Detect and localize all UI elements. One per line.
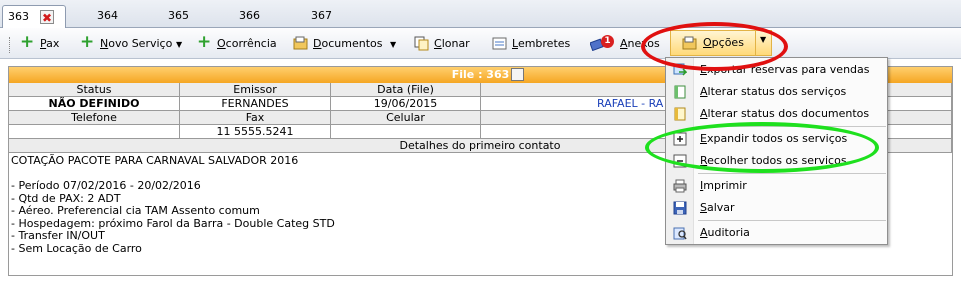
folder-icon xyxy=(293,36,308,50)
header-telefone: Telefone xyxy=(9,111,180,125)
fax-value: 11 5555.5241 xyxy=(180,125,331,139)
menu-separator xyxy=(698,173,886,174)
add-icon: + xyxy=(20,32,35,52)
toolbar-grip xyxy=(9,37,11,53)
tab-strip: 363 ✖ 364 365 366 367 xyxy=(0,0,961,28)
menu-item-expandir[interactable]: Expandir todos os serviços xyxy=(666,128,887,150)
menu-separator xyxy=(698,220,886,221)
expand-icon xyxy=(673,132,687,146)
header-emissor: Emissor xyxy=(180,83,331,97)
menu-separator xyxy=(698,126,886,127)
edit-icon[interactable] xyxy=(511,68,524,81)
menu-item-imprimir[interactable]: Imprimir xyxy=(666,175,887,197)
menu-item-auditoria[interactable]: Auditoria xyxy=(666,222,887,244)
status-value: NÃO DEFINIDO xyxy=(9,97,180,111)
close-icon[interactable]: ✖ xyxy=(40,10,54,25)
tab-366[interactable]: 366 xyxy=(239,5,260,28)
add-icon: + xyxy=(80,32,95,52)
menu-item-recolher[interactable]: Recolher todos os serviços xyxy=(666,150,887,172)
menu-item-salvar[interactable]: Salvar xyxy=(666,197,887,219)
header-status: Status xyxy=(9,83,180,97)
tab-367[interactable]: 367 xyxy=(311,5,332,28)
options-icon xyxy=(682,36,697,50)
split-divider xyxy=(755,31,756,55)
menu-item-alterar-servicos[interactable]: Alterar status dos serviços xyxy=(666,81,887,103)
chevron-down-icon[interactable]: ▼ xyxy=(390,34,396,55)
header-celular: Celular xyxy=(331,111,481,125)
data-file-value: 19/06/2015 xyxy=(331,97,481,111)
header-data: Data (File) xyxy=(331,83,481,97)
chevron-down-icon[interactable]: ▼ xyxy=(176,34,182,55)
tab-363[interactable]: 363 ✖ xyxy=(2,5,66,28)
tab-364[interactable]: 364 xyxy=(97,5,118,28)
header-fax: Fax xyxy=(180,111,331,125)
telefone-value xyxy=(9,125,180,139)
menu-item-exportar[interactable]: Exportar reservas para vendas xyxy=(666,59,887,81)
opcoes-button[interactable]: Opções ▼ xyxy=(670,30,772,56)
doc-status-icon xyxy=(674,107,686,121)
celular-value xyxy=(331,125,481,139)
audit-icon xyxy=(673,227,687,240)
tab-label: 363 xyxy=(8,10,29,23)
contact-details-text: COTAÇÃO PACOTE PARA CARNAVAL SALVADOR 20… xyxy=(11,154,335,255)
toolbar: + Pax + Novo Serviço ▼ + Ocorrência Docu… xyxy=(0,28,961,59)
chevron-down-icon[interactable]: ▼ xyxy=(760,35,766,44)
save-icon xyxy=(673,201,687,215)
status-icon xyxy=(674,85,686,99)
notification-badge: 1 xyxy=(601,35,614,48)
add-icon: + xyxy=(197,32,212,52)
clone-icon xyxy=(414,36,429,51)
tab-365[interactable]: 365 xyxy=(168,5,189,28)
opcoes-dropdown-menu: Exportar reservas para vendas Alterar st… xyxy=(665,57,888,245)
emissor-value: FERNANDES xyxy=(180,97,331,111)
notes-icon xyxy=(492,37,507,50)
export-icon xyxy=(673,63,687,76)
collapse-icon xyxy=(673,154,687,168)
menu-item-alterar-documentos[interactable]: Alterar status dos documentos xyxy=(666,103,887,125)
printer-icon xyxy=(673,179,687,193)
